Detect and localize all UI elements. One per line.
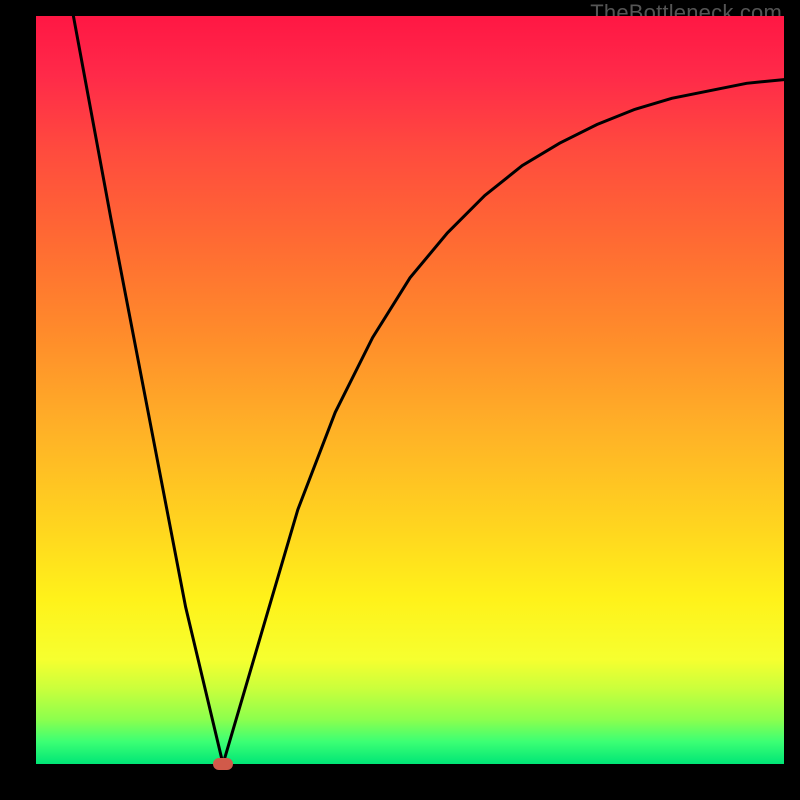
bottleneck-curve — [36, 16, 784, 764]
curve-path — [73, 16, 784, 764]
plot-area — [36, 16, 784, 764]
min-marker — [213, 758, 233, 770]
chart-frame: TheBottleneck.com — [0, 0, 800, 800]
